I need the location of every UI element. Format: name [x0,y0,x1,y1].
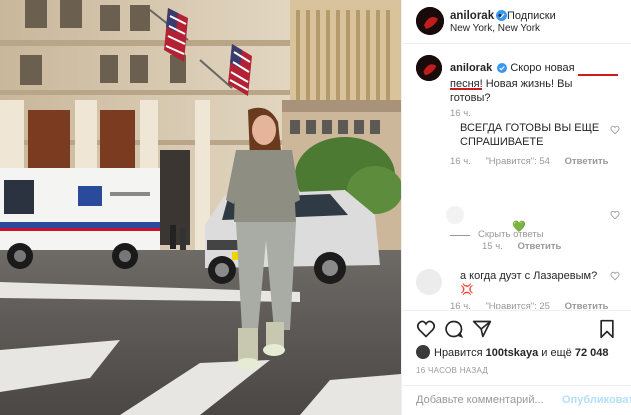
comments-list[interactable]: anilorak Скоро новая песня! Новая жизнь!… [402,45,631,309]
publish-button[interactable]: Опубликовать [562,394,631,406]
likes-count[interactable]: 72 048 [575,347,609,359]
comment-time: 16 ч. [450,156,471,167]
highlight-underline [450,88,482,90]
hide-replies-line [450,235,470,236]
post-sidebar: anilorak • Подписки New York, New York a… [401,0,631,415]
caption-text: anilorak Скоро новая песня! Новая жизнь!… [450,61,598,105]
caption-meta: 16 ч. [450,108,483,119]
comment-meta: 16 ч. "Нравится": 25 Ответить [450,301,621,309]
comment-icon[interactable] [444,319,464,339]
like-icon[interactable] [416,319,436,339]
avatar[interactable] [416,55,442,81]
post-photo[interactable] [0,0,401,415]
post-header: anilorak • Подписки New York, New York [402,0,631,44]
like-comment-icon[interactable] [610,271,620,281]
action-bar [402,310,631,350]
verified-icon [497,63,508,77]
avatar[interactable] [416,269,442,295]
share-icon[interactable] [472,319,492,339]
likes-summary[interactable]: Нравится 100tskaya и ещё 72 048 [416,345,608,359]
caption-text-highlight: Новая жизнь! [485,78,555,90]
likes-user[interactable]: 100tskaya [486,347,539,359]
comment-time: 15 ч. [482,241,503,252]
header-separator: • [498,10,502,22]
comment-text: а когда дуэт с Лазаревым?💢 [460,270,598,296]
reply-button[interactable]: Ответить [517,241,561,252]
comment-likes[interactable]: "Нравится": 25 [485,301,550,309]
street-scene-image [0,0,401,415]
avatar [416,345,430,359]
comment-text: ВСЕГДА ГОТОВЫ ВЫ ЕЩЕ СПРАШИВАЕТЕ [460,122,600,148]
comment-likes[interactable]: "Нравится": 54 [485,156,550,167]
comment-meta: 16 ч. "Нравится": 54 Ответить [450,156,621,167]
following-button[interactable]: Подписки [507,10,556,22]
highlight-underline [578,74,618,76]
likes-prefix: Нравится [434,347,486,359]
reply-button[interactable]: Ответить [565,156,609,167]
like-comment-icon[interactable] [610,125,620,135]
caption-time: 16 ч. [450,108,471,119]
comment-time: 16 ч. [450,301,471,309]
header-username-text[interactable]: anilorak [450,10,494,22]
post-time[interactable]: 16 ЧАСОВ НАЗАД [416,366,488,375]
avatar[interactable] [416,7,444,35]
avatar[interactable] [446,206,464,224]
like-comment-icon[interactable] [610,210,620,220]
instagram-post: anilorak • Подписки New York, New York a… [0,0,631,415]
location-link[interactable]: New York, New York [450,23,540,34]
caption-username[interactable]: anilorak [450,62,492,74]
comment-meta: 15 ч. Ответить [482,241,573,252]
add-comment-bar: Опубликовать [402,385,631,415]
likes-middle: и ещё [538,347,575,359]
add-comment-input[interactable] [416,394,556,406]
bookmark-icon[interactable] [598,319,616,339]
comment-text: 💚 [512,221,526,233]
reply-button[interactable]: Ответить [565,301,609,309]
